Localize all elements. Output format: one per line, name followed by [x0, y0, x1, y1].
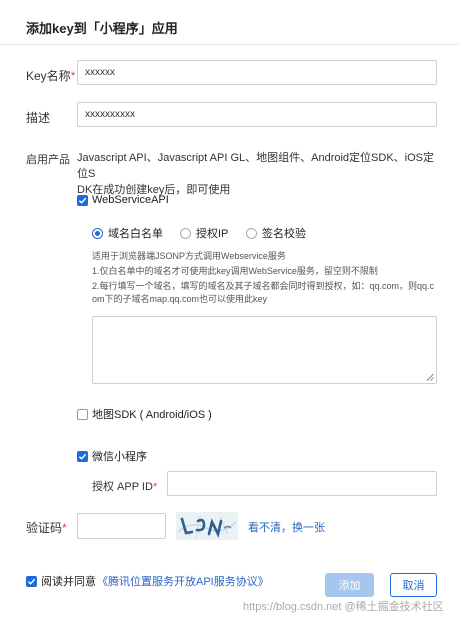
- checkbox-checked-icon: [26, 575, 37, 587]
- required-mark: *: [152, 481, 158, 493]
- domain-whitelist-textarea[interactable]: [92, 316, 437, 384]
- key-name-label: Key名称*: [26, 69, 76, 83]
- mini-program-checkbox[interactable]: 微信小程序: [77, 448, 147, 464]
- agreement-link[interactable]: 《腾讯位置服务开放API服务协议》: [97, 573, 269, 589]
- captcha-refresh-link[interactable]: 看不清，换一张: [248, 519, 325, 535]
- captcha-image[interactable]: [176, 512, 238, 540]
- radio-unselected-icon: [246, 227, 257, 239]
- radio-selected-icon: [92, 227, 103, 239]
- required-mark: *: [62, 521, 67, 535]
- radio-unselected-icon: [180, 227, 191, 239]
- checkbox-checked-icon: [77, 450, 88, 462]
- cancel-button[interactable]: 取消: [390, 573, 437, 597]
- checkbox-checked-icon: [77, 194, 88, 206]
- add-button[interactable]: 添加: [325, 573, 374, 597]
- dialog-title: 添加key到「小程序」应用: [26, 21, 178, 36]
- captcha-input[interactable]: [77, 513, 166, 539]
- watermark: https://blog.csdn.net @稀土掘金技术社区: [243, 601, 444, 613]
- radio-domain-whitelist[interactable]: 域名白名单: [92, 225, 163, 241]
- title-divider: [0, 44, 459, 45]
- required-mark: *: [70, 69, 76, 83]
- radio-signature-verify[interactable]: 签名校验: [246, 225, 306, 241]
- appid-label: 授权 APP ID*: [92, 481, 158, 493]
- products-description: Javascript API、Javascript API GL、地图组件、An…: [77, 152, 434, 196]
- agreement-checkbox[interactable]: 阅读并同意 《腾讯位置服务开放API服务协议》: [26, 573, 269, 589]
- resize-grip-icon[interactable]: [426, 373, 434, 381]
- checkbox-unchecked-icon: [77, 408, 88, 420]
- webservice-hint: 适用于浏览器端JSONP方式调用Webservice服务 1.仅白名单中的域名才…: [92, 251, 435, 304]
- products-label: 启用产品: [26, 154, 70, 166]
- description-label: 描述: [26, 111, 51, 125]
- key-name-input[interactable]: xxxxxx: [77, 60, 437, 85]
- webservice-checkbox[interactable]: WebServiceAPI: [77, 194, 169, 206]
- captcha-label: 验证码*: [26, 521, 67, 535]
- appid-input[interactable]: [167, 471, 437, 496]
- description-input[interactable]: xxxxxxxxxx: [77, 102, 437, 127]
- map-sdk-checkbox[interactable]: 地图SDK ( Android/iOS ): [77, 406, 212, 422]
- radio-authorized-ip[interactable]: 授权IP: [180, 225, 228, 241]
